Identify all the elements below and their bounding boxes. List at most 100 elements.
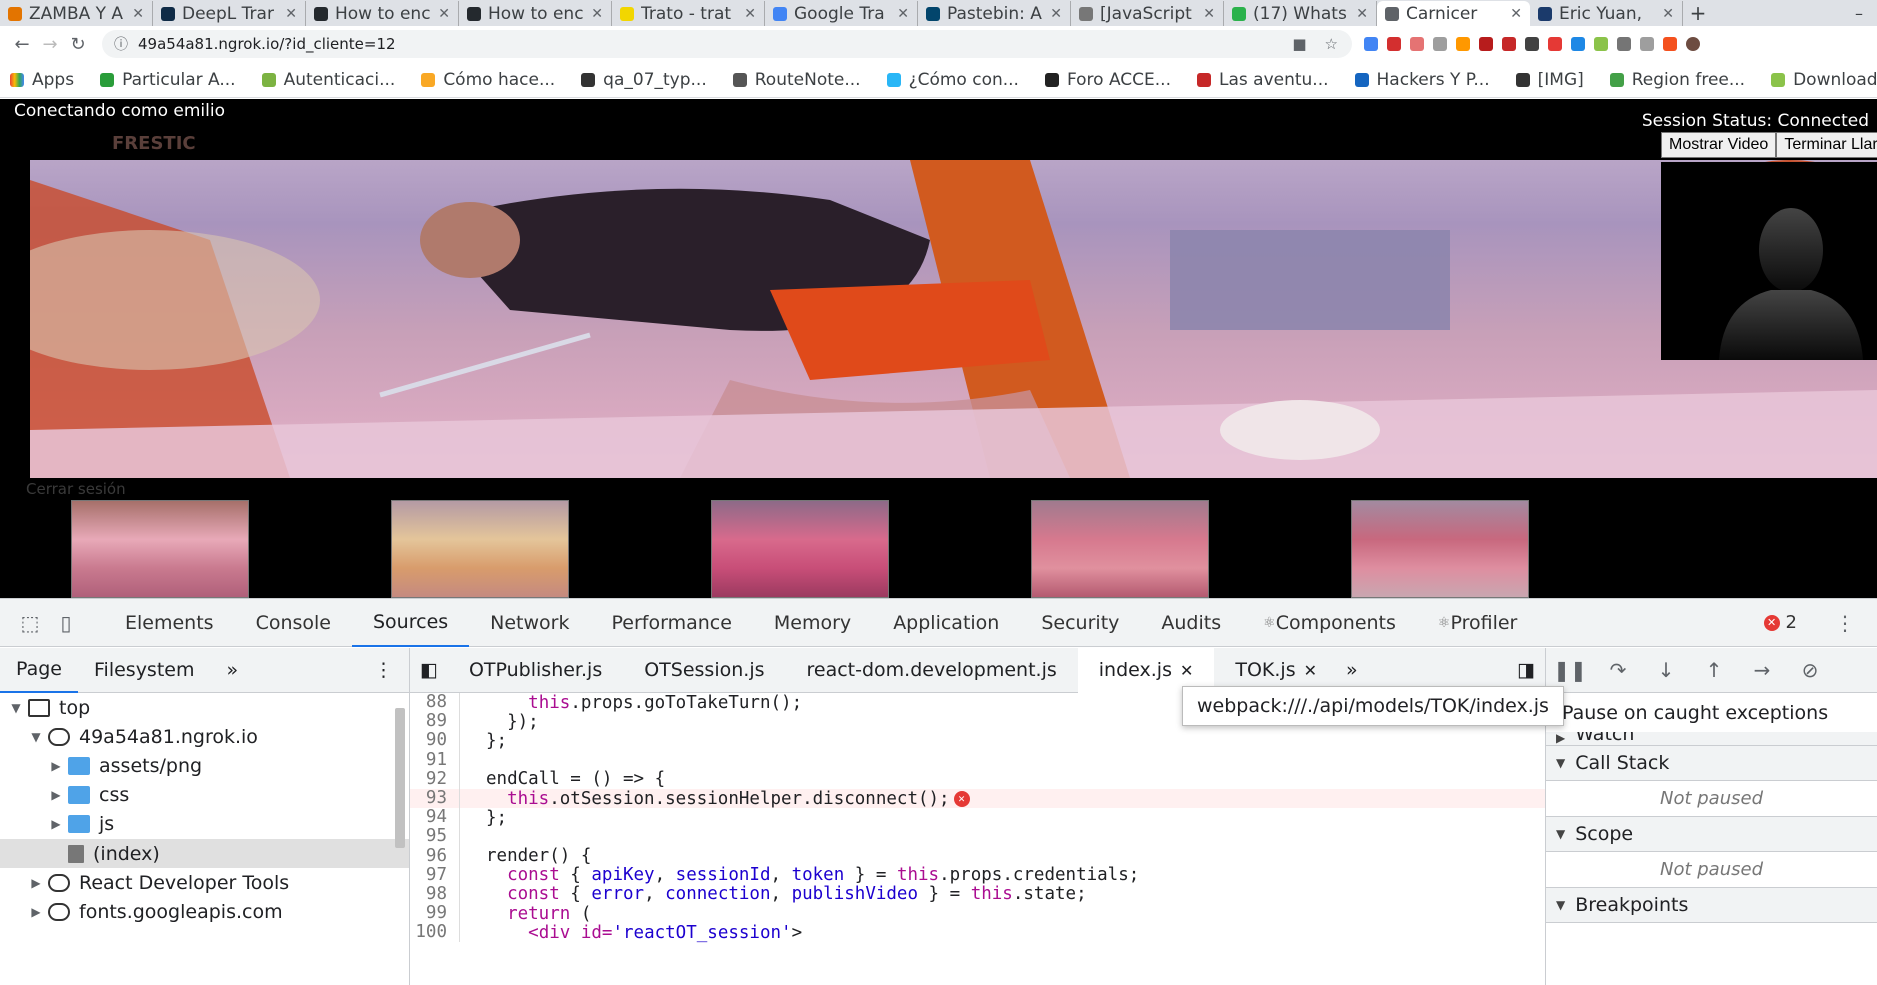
code-line[interactable]: 93 this.otSession.sessionHelper.disconne… [410, 788, 1545, 809]
extension-icon[interactable] [1525, 37, 1539, 51]
camera-thumbnail[interactable] [1031, 500, 1209, 598]
tab-close-icon[interactable]: ✕ [1510, 6, 1522, 22]
extension-icon[interactable] [1410, 37, 1424, 51]
logout-link[interactable]: Cerrar sesión [26, 480, 126, 498]
bookmark-item[interactable]: qa_07_typ... [581, 70, 707, 90]
expanded-arrow-icon[interactable]: ▼ [8, 701, 24, 715]
bookmark-item[interactable]: Cómo hace... [421, 70, 555, 90]
deactivate-breakpoints-icon[interactable]: ⊘ [1786, 658, 1834, 682]
new-tab-button[interactable]: + [1683, 1, 1713, 26]
extension-icon[interactable] [1502, 37, 1516, 51]
watch-section[interactable]: ▶ Watch [1546, 732, 1877, 746]
code-line[interactable]: 97 const { apiKey, sessionId, token } = … [410, 865, 1545, 885]
tab-close-icon[interactable]: ✕ [132, 6, 144, 22]
browser-tab[interactable]: ZAMBA Y A ✕ [0, 1, 153, 26]
devtools-tab-elements[interactable]: Elements [104, 599, 235, 647]
camera-thumbnail[interactable] [391, 500, 569, 598]
line-number[interactable]: 100 [410, 923, 460, 943]
tab-close-icon[interactable]: ✕ [1050, 6, 1062, 22]
code-lines[interactable]: 88 this.props.goToTakeTurn(); 89 }); 90}; 9… [410, 692, 1545, 985]
editor-tab[interactable]: react-dom.development.js [786, 648, 1078, 693]
browser-tab[interactable]: Trato - trat ✕ [612, 1, 765, 26]
end-call-button[interactable]: Terminar Llar [1776, 132, 1877, 158]
bookmark-item[interactable]: Downloadi... [1771, 70, 1877, 90]
step-icon[interactable]: → [1738, 658, 1786, 682]
tab-close-icon[interactable]: ✕ [1203, 6, 1215, 22]
editor-tab[interactable]: OTSession.js [623, 648, 785, 693]
apps-shortcut[interactable]: Apps [10, 70, 74, 90]
line-number[interactable]: 88 [410, 692, 460, 713]
devtools-tab-security[interactable]: Security [1020, 599, 1140, 647]
bookmark-item[interactable]: RouteNote... [732, 70, 861, 90]
line-number[interactable]: 91 [410, 750, 460, 770]
step-into-icon[interactable]: ↓ [1642, 658, 1690, 682]
devtools-tab-profiler[interactable]: ⚛ Profiler [1417, 599, 1538, 647]
more-tabs-icon[interactable]: » [210, 648, 254, 693]
step-out-icon[interactable]: ↑ [1690, 658, 1738, 682]
bookmark-item[interactable]: [IMG] [1515, 70, 1584, 90]
camera-thumbnail[interactable] [711, 500, 889, 598]
inspect-element-icon[interactable]: ⬚ [12, 611, 48, 635]
extension-icon[interactable] [1663, 37, 1677, 51]
tab-page[interactable]: Page [0, 648, 78, 693]
code-line[interactable]: 98 const { error, connection, publishVid… [410, 884, 1545, 904]
line-number[interactable]: 93 [410, 788, 460, 809]
camera-icon[interactable]: ■ [1292, 35, 1306, 53]
line-number[interactable]: 95 [410, 827, 460, 847]
devtools-tab-performance[interactable]: Performance [591, 599, 753, 647]
error-counter[interactable]: ✕ 2 [1763, 612, 1797, 633]
line-number[interactable]: 94 [410, 807, 460, 828]
extension-icon[interactable] [1617, 37, 1631, 51]
expanded-arrow-icon[interactable]: ▼ [28, 730, 44, 744]
close-tab-icon[interactable]: ✕ [1304, 661, 1317, 680]
bookmark-item[interactable]: Hackers Y P... [1354, 70, 1490, 90]
code-line[interactable]: 90}; [410, 731, 1545, 751]
line-number[interactable]: 99 [410, 903, 460, 924]
extension-icon[interactable] [1387, 37, 1401, 51]
tab-close-icon[interactable]: ✕ [1662, 6, 1674, 22]
browser-tab[interactable]: (17) Whats ✕ [1224, 1, 1377, 26]
browser-tab[interactable]: Google Tra ✕ [765, 1, 918, 26]
tab-close-icon[interactable]: ✕ [897, 6, 909, 22]
toggle-navigator-icon[interactable]: ◧ [410, 648, 448, 693]
extension-icon[interactable] [1571, 37, 1585, 51]
tree-item[interactable]: (index) [0, 838, 409, 869]
back-icon[interactable]: ← [8, 34, 36, 55]
browser-tab[interactable]: Pastebin: A ✕ [918, 1, 1071, 26]
url-input[interactable]: ⓘ 49a54a81.ngrok.io/?id_cliente=12 ■ ☆ [102, 30, 1352, 58]
navigator-menu-icon[interactable]: ⋮ [358, 648, 409, 693]
devtools-tab-console[interactable]: Console [235, 599, 352, 647]
call-stack-section[interactable]: ▼ Call Stack [1546, 746, 1877, 781]
forward-icon[interactable]: → [36, 34, 64, 55]
bookmark-item[interactable]: Las aventu... [1197, 70, 1329, 90]
code-line[interactable]: 92 endCall = () => { [410, 769, 1545, 789]
extension-icon[interactable] [1548, 37, 1562, 51]
collapsed-arrow-icon[interactable]: ▶ [48, 817, 64, 831]
browser-tab[interactable]: Eric Yuan, ✕ [1530, 1, 1683, 26]
tab-close-icon[interactable]: ✕ [1356, 6, 1368, 22]
tree-item[interactable]: ▼ top [0, 693, 409, 722]
tab-close-icon[interactable]: ✕ [285, 6, 297, 22]
devtools-tab-sources[interactable]: Sources [352, 599, 470, 647]
camera-thumbnail[interactable] [71, 500, 249, 598]
browser-tab[interactable]: Carnicer ✕ [1377, 1, 1530, 26]
tree-item[interactable]: ▼ 49a54a81.ngrok.io [0, 722, 409, 751]
browser-tab[interactable]: How to enc ✕ [306, 1, 459, 26]
minimize-icon[interactable]: – [1855, 1, 1877, 26]
scope-section[interactable]: ▼ Scope [1546, 817, 1877, 852]
tree-item[interactable]: ▶ assets/png [0, 751, 409, 780]
close-tab-icon[interactable]: ✕ [1180, 661, 1193, 680]
extension-icon[interactable] [1456, 37, 1470, 51]
devtools-tab-network[interactable]: Network [469, 599, 590, 647]
browser-tab[interactable]: [JavaScript ✕ [1071, 1, 1224, 26]
line-number[interactable]: 90 [410, 731, 460, 751]
code-line[interactable]: 96 render() { [410, 846, 1545, 866]
tree-item[interactable]: ▶ fonts.googleapis.com [0, 897, 409, 926]
tab-filesystem[interactable]: Filesystem [78, 648, 210, 693]
line-number[interactable]: 92 [410, 769, 460, 789]
code-line[interactable]: 94}; [410, 807, 1545, 828]
step-over-icon[interactable]: ↷ [1594, 658, 1642, 682]
tree-item[interactable]: ▶ js [0, 810, 409, 839]
devtools-menu-icon[interactable]: ⋮ [1835, 611, 1855, 635]
line-number[interactable]: 96 [410, 846, 460, 866]
